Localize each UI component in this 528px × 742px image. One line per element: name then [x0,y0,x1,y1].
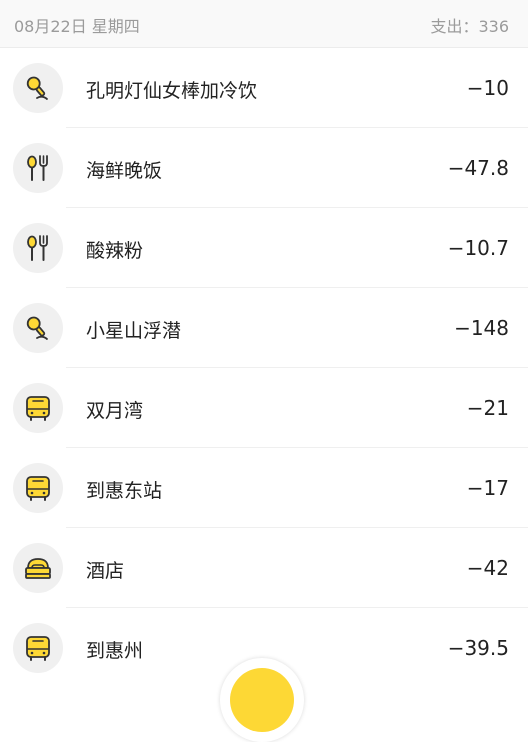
expense-row[interactable]: 海鲜晚饭 −47.8 [0,128,528,208]
day-total-expense: 支出：336 [430,17,509,36]
expense-title: 酒店 [86,560,125,582]
expense-title: 到惠州 [86,640,144,662]
bus-icon [13,383,63,433]
bus-icon [13,623,63,673]
expense-amount: −148 [454,316,509,340]
expense-amount: −42 [466,556,509,580]
expense-title: 海鲜晚饭 [86,160,163,182]
expense-title: 小星山浮潜 [86,320,182,342]
expense-title: 双月湾 [86,400,144,422]
expense-title: 酸辣粉 [86,240,144,262]
expense-row[interactable]: 酸辣粉 −10.7 [0,208,528,288]
expense-row[interactable]: 孔明灯仙女棒加冷饮 −10 [0,48,528,128]
expense-amount: −39.5 [447,636,509,660]
microphone-icon [13,63,63,113]
expense-title: 到惠东站 [86,480,163,502]
expense-amount: −47.8 [447,156,509,180]
expense-amount: −10.7 [447,236,509,260]
expense-row[interactable]: 到惠东站 −17 [0,448,528,528]
expense-amount: −21 [466,396,509,420]
add-button-fill [230,668,294,732]
day-header: 08月22日 星期四 支出：336 [0,0,528,48]
spoon-fork-icon [13,143,63,193]
expense-row[interactable]: 小星山浮潜 −148 [0,288,528,368]
expense-row[interactable]: 酒店 −42 [0,528,528,608]
expense-list: 孔明灯仙女棒加冷饮 −10 海鲜晚饭 −47.8 酸辣粉 −10.7 小星山浮潜… [0,48,528,688]
bus-icon [13,463,63,513]
spoon-fork-icon [13,223,63,273]
bed-icon [13,543,63,593]
microphone-icon [13,303,63,353]
add-record-button[interactable] [220,658,304,742]
expense-amount: −17 [466,476,509,500]
expense-row[interactable]: 双月湾 −21 [0,368,528,448]
expense-amount: −10 [466,76,509,100]
day-date: 08月22日 星期四 [14,17,140,36]
expense-title: 孔明灯仙女棒加冷饮 [86,80,258,102]
